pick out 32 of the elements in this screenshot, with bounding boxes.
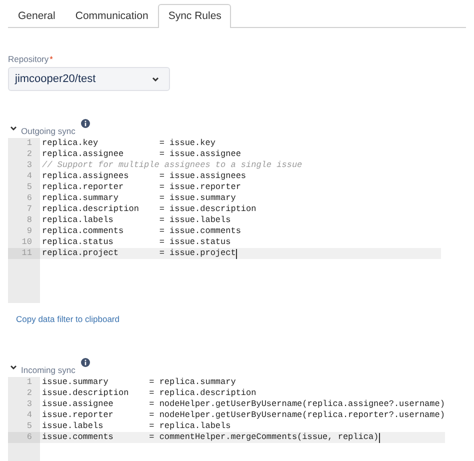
code-comment: // Support for multiple assignees to a single issue <box>42 160 302 171</box>
chevron-down-icon[interactable] <box>10 365 17 370</box>
chevron-down-icon[interactable] <box>10 126 17 131</box>
text-cursor <box>236 249 237 259</box>
section-title: Outgoing sync <box>21 126 76 136</box>
code-line: replica.assignees = issue.assignees <box>42 171 246 182</box>
code-line: replica.project = issue.project <box>42 248 236 259</box>
section-title: Incoming sync <box>21 365 76 375</box>
code-line: issue.summary = replica.summary <box>42 377 236 388</box>
code-line: issue.description = replica.description <box>42 388 256 399</box>
chevron-down-icon <box>152 76 159 82</box>
code-line: replica.key = issue.key <box>42 138 216 149</box>
info-icon[interactable] <box>81 358 90 367</box>
line-number: 11 <box>8 248 40 259</box>
tab[interactable]: Sync Rules <box>158 4 232 28</box>
line-number: 6 <box>8 432 40 443</box>
code-line: issue.assignee = nodeHelper.getUserByUsername(replica.assignee?.username) <box>42 399 445 410</box>
code-line: replica.summary = issue.summary <box>42 193 236 204</box>
text-cursor <box>378 433 380 443</box>
code-line: replica.assignee = issue.assignee <box>42 149 241 160</box>
code-line: issue.reporter = nodeHelper.getUserByUsername(replica.reporter?.username) <box>42 410 445 421</box>
code-line: replica.description = issue.description <box>42 204 256 215</box>
code-line: replica.labels = issue.labels <box>42 215 231 226</box>
copy-link[interactable]: Copy data filter to clipboard <box>16 314 120 324</box>
code-line: issue.labels = replica.labels <box>42 421 231 432</box>
field-label: Repository* <box>8 54 54 64</box>
code-line: issue.comments = commentHelper.mergeComments(issue, replica) <box>42 432 379 443</box>
code-line: replica.comments = issue.comments <box>42 226 241 237</box>
code-line: replica.status = issue.status <box>42 237 231 248</box>
repository-select[interactable]: jimcooper20/test <box>8 67 170 91</box>
info-icon[interactable] <box>81 119 90 128</box>
code-line: replica.reporter = issue.reporter <box>42 182 241 193</box>
